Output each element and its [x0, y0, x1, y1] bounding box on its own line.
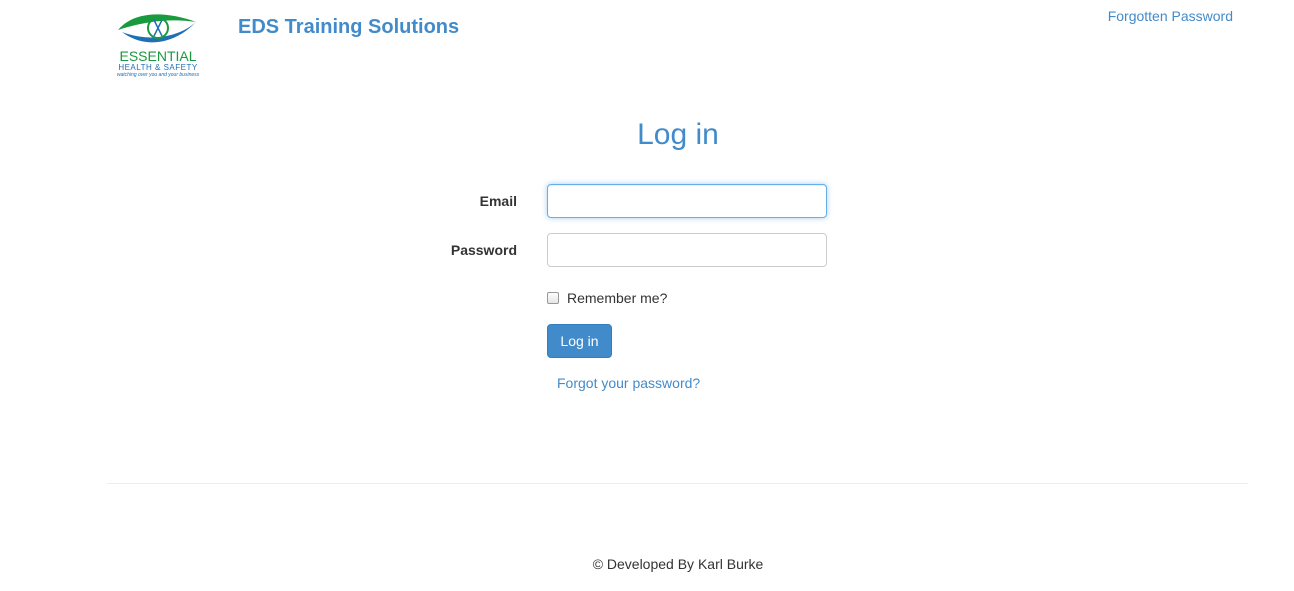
logo-name: ESSENTIAL — [119, 48, 196, 64]
company-logo[interactable]: ESSENTIAL HEALTH & SAFETY watching over … — [108, 8, 208, 78]
page-title: Log in — [637, 118, 719, 151]
forgot-password-link[interactable]: Forgot your password? — [557, 375, 700, 391]
footer-credit: © Developed By Karl Burke — [592, 556, 764, 572]
password-label: Password — [450, 242, 517, 258]
forgotten-password-link[interactable]: Forgotten Password — [1108, 8, 1233, 24]
logo-sub: HEALTH & SAFETY — [118, 63, 198, 72]
remember-me-checkbox[interactable] — [547, 292, 559, 304]
login-page: ESSENTIAL HEALTH & SAFETY watching over … — [0, 0, 1294, 591]
remember-me[interactable]: Remember me? — [547, 290, 667, 306]
brand-title[interactable]: EDS Training Solutions — [238, 16, 459, 39]
footer-divider — [107, 483, 1248, 484]
email-field[interactable] — [547, 184, 827, 218]
remember-me-label: Remember me? — [567, 290, 668, 306]
login-button[interactable]: Log in — [547, 324, 612, 358]
logo-tagline: watching over you and your business — [117, 72, 200, 78]
password-field[interactable] — [547, 233, 827, 267]
email-label: Email — [479, 193, 517, 209]
logo-emblem-icon: ESSENTIAL HEALTH & SAFETY watching over … — [117, 14, 200, 78]
